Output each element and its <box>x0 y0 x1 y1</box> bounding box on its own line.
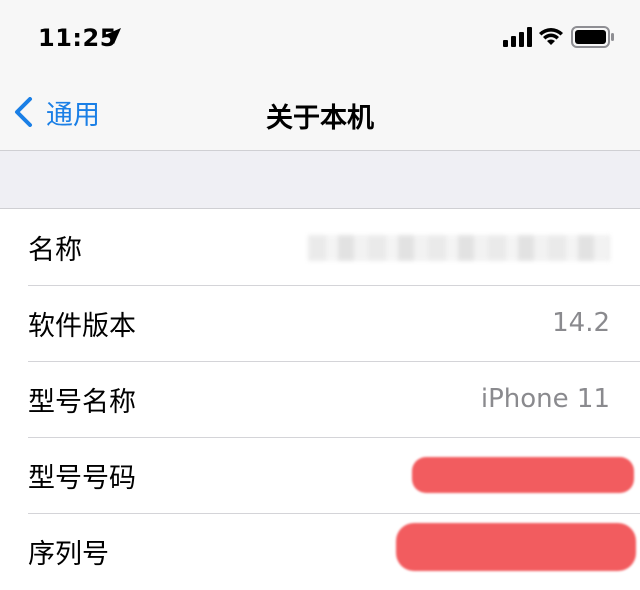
row-model-name: 型号名称 iPhone 11 <box>0 361 640 437</box>
battery-icon <box>571 26 614 48</box>
row-label: 型号名称 <box>28 386 136 418</box>
about-list: 名称 软件版本 14.2 型号名称 iPhone 11 型号号码 序列号 <box>0 209 640 589</box>
row-model-number[interactable]: 型号号码 <box>0 437 640 513</box>
status-bar: 11:25 <box>0 0 640 76</box>
redacted-value <box>412 457 634 493</box>
section-spacer <box>0 151 640 209</box>
redacted-value <box>308 235 610 261</box>
wifi-icon <box>539 28 563 45</box>
row-label: 名称 <box>28 234 82 266</box>
row-serial-number[interactable]: 序列号 <box>0 513 640 589</box>
row-name[interactable]: 名称 <box>0 209 640 285</box>
cellular-signal-icon <box>503 27 532 47</box>
row-label: 序列号 <box>28 538 109 570</box>
navigation-bar: 通用 关于本机 <box>0 76 640 151</box>
location-arrow-icon <box>105 28 121 44</box>
row-value: iPhone 11 <box>480 384 610 414</box>
row-value: 14.2 <box>552 308 610 338</box>
row-software-version: 软件版本 14.2 <box>0 285 640 361</box>
page-title: 关于本机 <box>266 103 374 134</box>
row-label: 型号号码 <box>28 462 136 494</box>
row-label: 软件版本 <box>28 310 136 342</box>
redacted-value <box>396 523 636 571</box>
